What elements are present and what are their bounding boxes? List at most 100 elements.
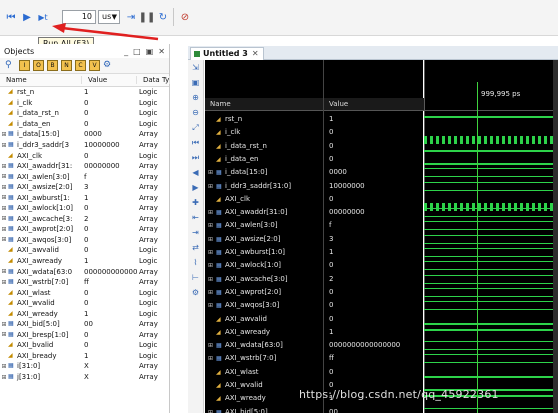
object-row[interactable]: ◢ i_clk 0 Logic bbox=[0, 98, 169, 109]
object-row[interactable]: ⊞ ▦ i[31:0] X Array bbox=[0, 361, 169, 372]
wave-signal-row[interactable]: ◢ i_data_en bbox=[208, 153, 258, 166]
settings-icon[interactable]: ⚙ bbox=[188, 285, 203, 300]
swap-cursors-icon[interactable]: ⇄ bbox=[188, 240, 203, 255]
expand-icon[interactable]: ⊞ bbox=[0, 215, 8, 222]
object-row[interactable]: ⊞ ▦ i_data[15:0] 0000 Array bbox=[0, 129, 169, 140]
previous-transition-icon[interactable]: ◀ bbox=[188, 165, 203, 180]
wave-signal-row[interactable]: ⊞ ▦ AXI_awqos[3:0] bbox=[208, 299, 279, 312]
object-row[interactable]: ◢ i_data_en 0 Logic bbox=[0, 119, 169, 130]
next-marker-icon[interactable]: ⇥ bbox=[188, 225, 203, 240]
expand-icon[interactable]: ⊞ bbox=[208, 299, 216, 312]
wave-signal-row[interactable]: ◢ AXI_awready bbox=[208, 326, 270, 339]
filter-output-icon[interactable]: O bbox=[33, 60, 44, 71]
wave-signal-row[interactable]: ⊞ ▦ AXI_awlen[3:0] bbox=[208, 219, 278, 232]
wave-signal-row[interactable]: ◢ rst_n bbox=[208, 113, 242, 126]
expand-icon[interactable]: ⊞ bbox=[0, 131, 8, 138]
column-value-header[interactable]: Value bbox=[82, 76, 137, 84]
wave-signal-row[interactable]: ⊞ ▦ AXI_wdata[63:0] bbox=[208, 339, 283, 352]
close-tab-icon[interactable]: ✕ bbox=[252, 49, 259, 58]
object-row[interactable]: ◢ AXI_bvalid 0 Logic bbox=[0, 340, 169, 351]
expand-icon[interactable]: ⊞ bbox=[0, 363, 8, 370]
object-row[interactable]: ◢ rst_n 1 Logic bbox=[0, 87, 169, 98]
floating-ruler-icon[interactable]: ⊢ bbox=[188, 270, 203, 285]
expand-icon[interactable]: ⊞ bbox=[0, 236, 8, 243]
expand-icon[interactable]: ⊞ bbox=[208, 339, 216, 352]
object-row[interactable]: ◢ AXI_wready 1 Logic bbox=[0, 308, 169, 319]
wave-signal-row[interactable]: ⊞ ▦ AXI_awcache[3:0] bbox=[208, 273, 288, 286]
object-row[interactable]: ⊞ ▦ i_ddr3_saddr[3 10000000 Array bbox=[0, 140, 169, 151]
expand-icon[interactable]: ⊞ bbox=[208, 166, 216, 179]
object-row[interactable]: ⊞ ▦ j[31:0] X Array bbox=[0, 372, 169, 383]
run-all-icon[interactable]: ▶ bbox=[20, 10, 34, 24]
object-row[interactable]: ⊞ ▦ AXI_awaddr[31: 00000000 Array bbox=[0, 161, 169, 172]
object-row[interactable]: ◢ AXI_clk 0 Logic bbox=[0, 150, 169, 161]
wave-name-header[interactable]: Name bbox=[205, 98, 323, 111]
wave-signal-row[interactable]: ◢ AXI_awvalid bbox=[208, 313, 267, 326]
wave-signal-row[interactable]: ◢ AXI_clk bbox=[208, 193, 250, 206]
object-row[interactable]: ⊞ ▦ AXI_bresp[1:0] 0 Array bbox=[0, 330, 169, 341]
object-row[interactable]: ◢ AXI_wlast 0 Logic bbox=[0, 287, 169, 298]
expand-icon[interactable]: ⊞ bbox=[208, 206, 216, 219]
expand-icon[interactable]: ⊞ bbox=[0, 321, 8, 328]
wave-signal-row[interactable]: ◢ i_clk bbox=[208, 126, 240, 139]
filter-input-icon[interactable]: I bbox=[19, 60, 30, 71]
wave-signal-row[interactable]: ⊞ ▦ i_data[15:0] bbox=[208, 166, 267, 179]
expand-icon[interactable]: ⊞ bbox=[0, 173, 8, 180]
expand-icon[interactable]: ⊞ bbox=[208, 246, 216, 259]
object-row[interactable]: ⊞ ▦ AXI_awlen[3:0] f Array bbox=[0, 171, 169, 182]
filter-internal-icon[interactable]: N bbox=[61, 60, 72, 71]
object-row[interactable]: ⊞ ▦ AXI_awqos[3:0] 0 Array bbox=[0, 235, 169, 246]
expand-icon[interactable]: ⊞ bbox=[208, 180, 216, 193]
object-row[interactable]: ⊞ ▦ AXI_wstrb[7:0] ff Array bbox=[0, 277, 169, 288]
wave-signal-row[interactable]: ◢ AXI_wlast bbox=[208, 366, 259, 379]
expand-icon[interactable]: ⊞ bbox=[208, 273, 216, 286]
object-row[interactable]: ⊞ ▦ AXI_awprot[2:0] 0 Array bbox=[0, 224, 169, 235]
wave-signal-row[interactable]: ⊞ ▦ AXI_bid[5:0] bbox=[208, 406, 268, 413]
object-row[interactable]: ◢ AXI_wvalid 0 Logic bbox=[0, 298, 169, 309]
wave-signal-row[interactable]: ◢ i_data_rst_n bbox=[208, 140, 267, 153]
zoom-fit-icon[interactable]: ⤢ bbox=[188, 120, 203, 135]
tab-untitled-3[interactable]: Untitled 3 ✕ bbox=[190, 47, 264, 60]
maximize-icon[interactable]: ▣ bbox=[146, 47, 154, 56]
time-cursor[interactable] bbox=[477, 82, 478, 413]
expand-icon[interactable]: ⊞ bbox=[0, 279, 8, 286]
add-marker-icon[interactable]: ✚ bbox=[188, 195, 203, 210]
snap-icon[interactable]: ⌇ bbox=[188, 255, 203, 270]
wave-signal-row[interactable]: ◢ AXI_wready bbox=[208, 392, 266, 405]
expand-icon[interactable]: ⊞ bbox=[0, 163, 8, 170]
vertical-scrollbar[interactable] bbox=[553, 60, 558, 413]
settings-icon[interactable]: ⚙ bbox=[103, 60, 114, 71]
wave-signal-row[interactable]: ⊞ ▦ AXI_awprot[2:0] bbox=[208, 286, 281, 299]
search-icon[interactable]: ⚲ bbox=[5, 60, 16, 71]
column-type-header[interactable]: Data Typ bbox=[137, 76, 170, 84]
minimize-icon[interactable]: _ bbox=[124, 47, 128, 56]
expand-icon[interactable]: ⊞ bbox=[0, 331, 8, 338]
fit-icon[interactable]: ⇲ bbox=[188, 60, 203, 75]
object-row[interactable]: ⊞ ▦ AXI_bid[5:0] 00 Array bbox=[0, 319, 169, 330]
go-to-start-icon[interactable]: ⏮ bbox=[188, 135, 203, 150]
column-name-header[interactable]: Name bbox=[0, 76, 82, 84]
expand-icon[interactable]: ⊞ bbox=[0, 374, 8, 381]
next-transition-icon[interactable]: ▶ bbox=[188, 180, 203, 195]
zoom-in-icon[interactable]: ⊕ bbox=[188, 90, 203, 105]
wave-signal-row[interactable]: ◢ AXI_wvalid bbox=[208, 379, 263, 392]
expand-icon[interactable]: ⊞ bbox=[208, 259, 216, 272]
expand-icon[interactable]: ⊞ bbox=[208, 352, 216, 365]
wave-signal-row[interactable]: ⊞ ▦ i_ddr3_saddr[31:0] bbox=[208, 180, 291, 193]
expand-icon[interactable]: ⊞ bbox=[208, 233, 216, 246]
expand-icon[interactable]: ⊞ bbox=[0, 268, 8, 275]
expand-icon[interactable]: ⊞ bbox=[0, 142, 8, 149]
zoom-out-icon[interactable]: ⊖ bbox=[188, 105, 203, 120]
stop-icon[interactable]: ⊘ bbox=[178, 10, 192, 24]
expand-icon[interactable]: ⊞ bbox=[0, 184, 8, 191]
wave-signal-row[interactable]: ⊞ ▦ AXI_awaddr[31:0] bbox=[208, 206, 287, 219]
expand-icon[interactable]: ⊞ bbox=[0, 194, 8, 201]
object-row[interactable]: ⊞ ▦ AXI_awcache[3: 2 Array bbox=[0, 214, 169, 225]
filter-variable-icon[interactable]: V bbox=[89, 60, 100, 71]
wave-signal-row[interactable]: ⊞ ▦ AXI_awlock[1:0] bbox=[208, 259, 281, 272]
object-row[interactable]: ◢ AXI_awready 1 Logic bbox=[0, 256, 169, 267]
wave-signal-row[interactable]: ⊞ ▦ AXI_awburst[1:0] bbox=[208, 246, 285, 259]
object-row[interactable]: ⊞ ▦ AXI_awlock[1:0] 0 Array bbox=[0, 203, 169, 214]
object-row[interactable]: ◢ AXI_bready 1 Logic bbox=[0, 351, 169, 362]
object-row[interactable]: ⊞ ▦ AXI_awburst[1: 1 Array bbox=[0, 192, 169, 203]
